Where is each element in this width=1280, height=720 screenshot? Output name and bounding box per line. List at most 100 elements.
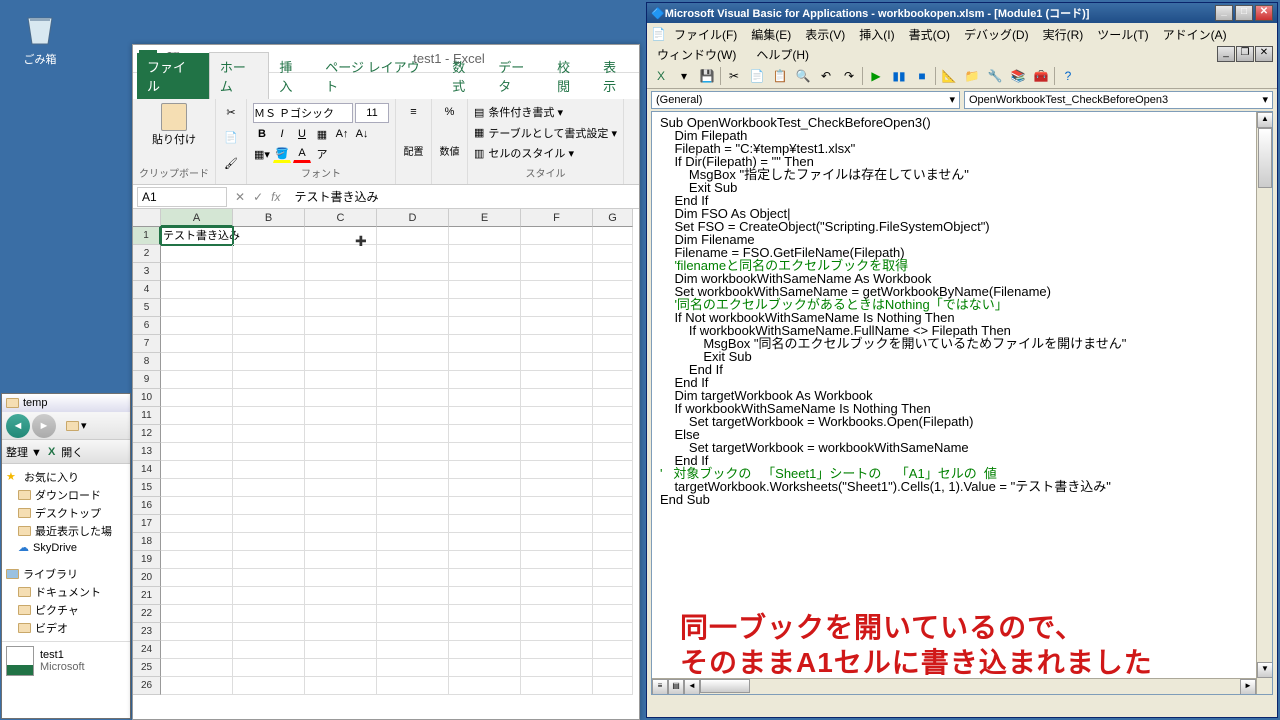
cell[interactable] — [233, 227, 305, 245]
row-header[interactable]: 23 — [133, 623, 161, 641]
code-editor[interactable]: Sub OpenWorkbookTest_CheckBeforeOpen3() … — [651, 111, 1273, 695]
tab-formulas[interactable]: 数式 — [442, 53, 488, 99]
cell[interactable] — [233, 569, 305, 587]
cell[interactable] — [305, 587, 377, 605]
cell[interactable] — [377, 569, 449, 587]
cell[interactable] — [449, 245, 521, 263]
cell[interactable] — [305, 317, 377, 335]
cell[interactable] — [521, 317, 593, 335]
scroll-up-button[interactable]: ▲ — [1257, 112, 1273, 128]
cell[interactable] — [449, 389, 521, 407]
cell[interactable] — [449, 335, 521, 353]
cell[interactable] — [233, 443, 305, 461]
reset-button[interactable]: ■ — [912, 66, 932, 86]
scroll-thumb-h[interactable] — [700, 679, 750, 693]
cell[interactable] — [233, 281, 305, 299]
cell[interactable] — [449, 623, 521, 641]
pictures-node[interactable]: ピクチャ — [4, 601, 128, 619]
cell[interactable] — [305, 281, 377, 299]
cell[interactable] — [521, 569, 593, 587]
documents-node[interactable]: ドキュメント — [4, 583, 128, 601]
tab-insert[interactable]: 挿入 — [269, 53, 315, 99]
fx-button[interactable]: fx — [271, 190, 280, 204]
view-proc-button[interactable]: ▤ — [668, 679, 684, 695]
cell[interactable] — [161, 623, 233, 641]
cell[interactable] — [521, 353, 593, 371]
cell[interactable] — [233, 389, 305, 407]
cell[interactable] — [377, 281, 449, 299]
cell[interactable] — [305, 227, 377, 245]
cell[interactable] — [593, 659, 633, 677]
cell[interactable] — [449, 263, 521, 281]
menu-tools[interactable]: ツール(T) — [1091, 24, 1154, 45]
cell[interactable] — [377, 533, 449, 551]
row-header[interactable]: 5 — [133, 299, 161, 317]
row-header[interactable]: 9 — [133, 371, 161, 389]
menu-addins[interactable]: アドイン(A) — [1157, 24, 1233, 45]
cell[interactable] — [449, 551, 521, 569]
cell[interactable] — [305, 641, 377, 659]
downloads-node[interactable]: ダウンロード — [4, 486, 128, 504]
cell[interactable] — [593, 497, 633, 515]
cell[interactable] — [377, 479, 449, 497]
cell[interactable] — [161, 551, 233, 569]
menu-debug[interactable]: デバッグ(D) — [958, 24, 1035, 45]
menu-run[interactable]: 実行(R) — [1037, 24, 1090, 45]
cell[interactable] — [161, 443, 233, 461]
row-header[interactable]: 3 — [133, 263, 161, 281]
cell[interactable] — [161, 245, 233, 263]
mdi-minimize[interactable]: _ — [1217, 46, 1235, 62]
properties-button[interactable]: 🔧 — [985, 66, 1005, 86]
cell[interactable] — [377, 245, 449, 263]
cell[interactable] — [377, 263, 449, 281]
cell[interactable] — [377, 677, 449, 695]
cell[interactable] — [521, 605, 593, 623]
cell[interactable] — [593, 317, 633, 335]
cell[interactable] — [161, 641, 233, 659]
cell[interactable] — [305, 569, 377, 587]
tab-data[interactable]: データ — [488, 53, 547, 99]
insert-button[interactable]: ▾ — [674, 66, 694, 86]
col-header[interactable]: C — [305, 209, 377, 227]
cell[interactable] — [449, 497, 521, 515]
cell[interactable] — [377, 497, 449, 515]
cell[interactable] — [521, 227, 593, 245]
cell[interactable] — [305, 353, 377, 371]
cell[interactable] — [593, 389, 633, 407]
cell[interactable] — [305, 533, 377, 551]
recent-node[interactable]: 最近表示した場 — [4, 522, 128, 540]
menu-file[interactable]: ファイル(F) — [668, 24, 743, 45]
font-color-button[interactable]: A — [293, 145, 311, 163]
font-decrease[interactable]: A↓ — [353, 125, 371, 143]
cell[interactable] — [593, 605, 633, 623]
cell[interactable] — [161, 389, 233, 407]
cell[interactable] — [377, 605, 449, 623]
row-header[interactable]: 20 — [133, 569, 161, 587]
cell[interactable] — [233, 317, 305, 335]
cell[interactable] — [377, 407, 449, 425]
cell[interactable] — [161, 263, 233, 281]
project-explorer-button[interactable]: 📁 — [962, 66, 982, 86]
cell[interactable] — [305, 425, 377, 443]
cell[interactable] — [233, 407, 305, 425]
cell[interactable] — [233, 461, 305, 479]
help-button[interactable]: ? — [1058, 66, 1078, 86]
menu-insert[interactable]: 挿入(I) — [853, 24, 900, 45]
cell[interactable] — [377, 227, 449, 245]
cell[interactable] — [593, 407, 633, 425]
vba-titlebar[interactable]: 🔷 Microsoft Visual Basic for Application… — [647, 3, 1277, 23]
cell[interactable] — [449, 443, 521, 461]
cell[interactable] — [521, 587, 593, 605]
row-header[interactable]: 6 — [133, 317, 161, 335]
cell[interactable] — [161, 587, 233, 605]
cell[interactable] — [449, 299, 521, 317]
row-header[interactable]: 24 — [133, 641, 161, 659]
row-header[interactable]: 10 — [133, 389, 161, 407]
phonetic-button[interactable]: ア — [313, 145, 331, 163]
cell[interactable] — [521, 299, 593, 317]
cell[interactable] — [305, 605, 377, 623]
row-header[interactable]: 11 — [133, 407, 161, 425]
cell[interactable] — [521, 551, 593, 569]
view-excel-button[interactable]: X — [651, 66, 671, 86]
col-header[interactable]: G — [593, 209, 633, 227]
